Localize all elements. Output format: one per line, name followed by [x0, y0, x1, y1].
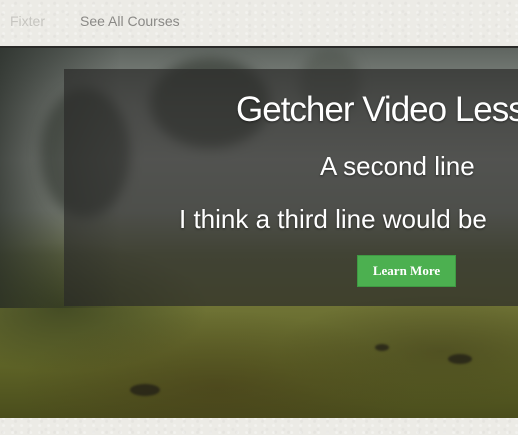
hero-caption-panel: Getcher Video Less A second line I think… — [64, 69, 518, 306]
hero-background-rock — [448, 354, 472, 364]
hero-background-rock — [130, 384, 160, 396]
top-navigation: Fixter See All Courses — [0, 0, 518, 44]
hero-banner: Getcher Video Less A second line I think… — [0, 46, 518, 418]
hero-second-line: A second line — [320, 151, 475, 181]
nav-link-fixter[interactable]: Fixter — [10, 12, 45, 30]
hero-headline: Getcher Video Less — [236, 90, 518, 129]
hero-third-line: I think a third line would be — [179, 204, 487, 234]
hero-background-rock — [375, 344, 389, 351]
nav-link-see-all-courses[interactable]: See All Courses — [80, 12, 180, 30]
learn-more-button[interactable]: Learn More — [357, 255, 456, 287]
